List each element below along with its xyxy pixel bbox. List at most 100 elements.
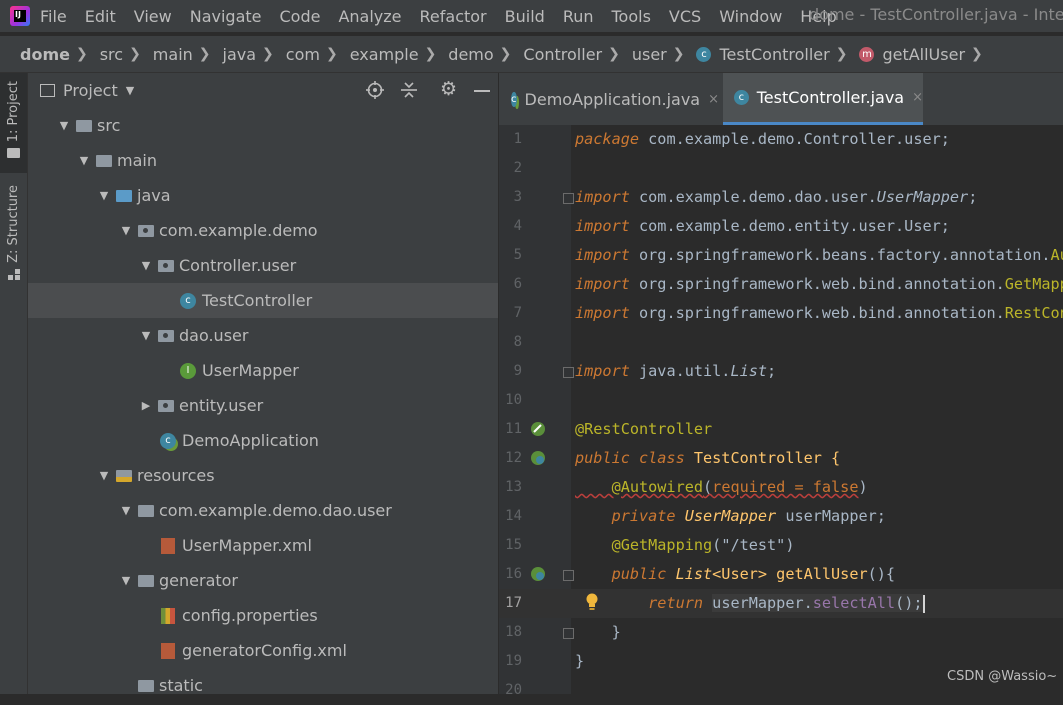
breadcrumb-item[interactable]: c TestController ❯	[696, 45, 859, 64]
code-line[interactable]: 5 import org.springframework.beans.facto…	[499, 241, 1063, 270]
chevron-down-icon[interactable]: ▼	[138, 259, 154, 272]
breadcrumb-label: java	[222, 44, 257, 64]
tab-project-tool[interactable]: 1: Project	[0, 73, 27, 173]
breadcrumb-item[interactable]: user ❯	[632, 45, 697, 64]
code-line[interactable]: 2	[499, 154, 1063, 183]
tab-testcontroller[interactable]: c TestController.java ×	[723, 73, 923, 125]
code-line[interactable]: 11 @RestController	[499, 415, 1063, 444]
code-line-current[interactable]: 17 return userMapper.selectAll();	[499, 589, 1063, 618]
tree-item[interactable]: ▼ dao.user	[28, 318, 498, 353]
chevron-right-icon: ❯	[971, 46, 983, 62]
code-text: import org.springframework.web.bind.anno…	[575, 275, 1063, 293]
menu-vcs[interactable]: VCS	[669, 7, 701, 26]
tab-demoapplication[interactable]: c DemoApplication.java ×	[499, 73, 719, 125]
menu-build[interactable]: Build	[505, 7, 545, 26]
fold-icon[interactable]	[563, 367, 574, 378]
tree-item[interactable]: ▼ Controller.user	[28, 248, 498, 283]
tree-item[interactable]: ▶ entity.user	[28, 388, 498, 423]
tree-item[interactable]: ▼ generator	[28, 563, 498, 598]
menu-refactor[interactable]: Refactor	[420, 7, 487, 26]
breadcrumb-item[interactable]: com ❯	[286, 45, 350, 64]
fold-icon[interactable]	[563, 193, 574, 204]
tree-item[interactable]: generatorConfig.xml	[28, 633, 498, 668]
minimize-icon[interactable]	[474, 90, 490, 92]
code-line[interactable]: 8	[499, 328, 1063, 357]
menu-window[interactable]: Window	[719, 7, 782, 26]
chevron-down-icon[interactable]: ▼	[118, 504, 134, 517]
breadcrumb-item[interactable]: example ❯	[350, 45, 449, 64]
menu-analyze[interactable]: Analyze	[338, 7, 401, 26]
code-line[interactable]: 4 import com.example.demo.entity.user.Us…	[499, 212, 1063, 241]
locate-target-icon[interactable]	[366, 81, 384, 99]
breadcrumb-item[interactable]: java ❯	[223, 45, 286, 64]
code-line[interactable]: 7 import org.springframework.web.bind.an…	[499, 299, 1063, 328]
code-text: import org.springframework.web.bind.anno…	[575, 304, 1063, 322]
fold-icon[interactable]	[563, 570, 574, 581]
code-line[interactable]: 18 }	[499, 618, 1063, 647]
tree-item[interactable]: UserMapper.xml	[28, 528, 498, 563]
fold-icon[interactable]	[563, 628, 574, 639]
code-line[interactable]: 15 @GetMapping("/test")	[499, 531, 1063, 560]
tree-item[interactable]: I UserMapper	[28, 353, 498, 388]
menu-tools[interactable]: Tools	[612, 7, 651, 26]
code-line[interactable]: 1 package com.example.demo.Controller.us…	[499, 125, 1063, 154]
breadcrumb-item[interactable]: dome ❯	[20, 45, 100, 64]
close-icon[interactable]: ×	[708, 92, 719, 107]
breadcrumb-item[interactable]: main ❯	[153, 45, 223, 64]
code-line[interactable]: 14 private UserMapper userMapper;	[499, 502, 1063, 531]
tree-item-selected[interactable]: c TestController	[28, 283, 498, 318]
breadcrumb-item[interactable]: m getAllUser ❯	[859, 45, 994, 64]
chevron-down-icon[interactable]: ▼	[138, 329, 154, 342]
menu-view[interactable]: View	[134, 7, 172, 26]
tree-item[interactable]: ▼ java	[28, 178, 498, 213]
close-icon[interactable]: ×	[912, 90, 923, 105]
line-number: 16	[505, 566, 522, 582]
line-number: 18	[505, 624, 522, 640]
request-mapping-icon[interactable]	[530, 566, 546, 582]
chevron-right-icon[interactable]: ▶	[138, 399, 154, 412]
code-text: public List<User> getAllUser(){	[575, 565, 896, 583]
menu-run[interactable]: Run	[563, 7, 594, 26]
breadcrumb-item[interactable]: src ❯	[100, 45, 153, 64]
breadcrumb-item[interactable]: Controller ❯	[523, 45, 631, 64]
line-number: 20	[505, 682, 522, 698]
tree-item-label: generator	[159, 571, 239, 590]
collapse-all-icon[interactable]	[400, 81, 418, 99]
tree-item[interactable]: ▼ resources	[28, 458, 498, 493]
chevron-down-icon[interactable]: ▼	[118, 224, 134, 237]
tree-item[interactable]: ▼ com.example.demo	[28, 213, 498, 248]
chevron-down-icon[interactable]: ▼	[96, 189, 112, 202]
menu-edit[interactable]: Edit	[85, 7, 116, 26]
tree-item[interactable]: ▼ com.example.demo.dao.user	[28, 493, 498, 528]
tab-structure-label: Z: Structure	[6, 185, 21, 263]
chevron-down-icon[interactable]: ▼	[56, 119, 72, 132]
chevron-down-icon[interactable]: ▼	[96, 469, 112, 482]
chevron-down-icon[interactable]: ▼	[76, 154, 92, 167]
tab-structure-tool[interactable]: Z: Structure	[0, 181, 27, 291]
code-editor[interactable]: 1 package com.example.demo.Controller.us…	[499, 125, 1063, 698]
tree-item-label: UserMapper	[202, 361, 299, 380]
code-line[interactable]: 13 @Autowired(required = false)	[499, 473, 1063, 502]
chevron-down-icon[interactable]: ▼	[118, 574, 134, 587]
code-line[interactable]: 12 public class TestController {	[499, 444, 1063, 473]
chevron-down-icon[interactable]: ▼	[126, 84, 134, 97]
spring-bean-icon[interactable]	[530, 450, 546, 466]
code-line[interactable]: 9 import java.util.List;	[499, 357, 1063, 386]
menu-navigate[interactable]: Navigate	[190, 7, 262, 26]
tree-item[interactable]: c DemoApplication	[28, 423, 498, 458]
breadcrumb-item[interactable]: demo ❯	[448, 45, 523, 64]
code-line[interactable]: 10	[499, 386, 1063, 415]
project-view-selector[interactable]: Project	[63, 81, 118, 100]
tree-item[interactable]: ▼ src	[28, 108, 498, 143]
code-line[interactable]: 16 public List<User> getAllUser(){	[499, 560, 1063, 589]
code-line[interactable]: 6 import org.springframework.web.bind.an…	[499, 270, 1063, 299]
code-line[interactable]: 3 import com.example.demo.dao.user.UserM…	[499, 183, 1063, 212]
tree-item[interactable]: static	[28, 668, 498, 703]
line-number: 17	[505, 595, 522, 611]
tree-item[interactable]: ▼ main	[28, 143, 498, 178]
menu-code[interactable]: Code	[280, 7, 321, 26]
gear-icon[interactable]: ⚙	[440, 78, 457, 100]
tree-item[interactable]: config.properties	[28, 598, 498, 633]
menu-file[interactable]: File	[40, 7, 67, 26]
spring-bean-icon[interactable]	[530, 421, 546, 437]
